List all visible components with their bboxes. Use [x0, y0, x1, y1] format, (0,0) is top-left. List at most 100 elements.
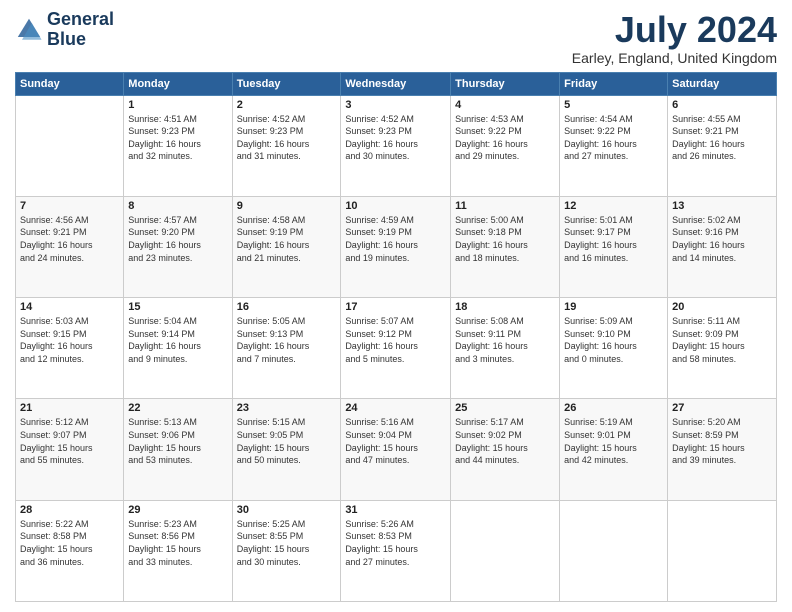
day-number: 31	[345, 504, 446, 516]
day-cell: 5 Sunrise: 4:54 AM Sunset: 9:22 PM Daylig…	[560, 95, 668, 196]
day-cell: 30 Sunrise: 5:25 AM Sunset: 8:55 PM Dayli…	[232, 500, 341, 601]
day-number: 6	[672, 99, 772, 111]
day-number: 13	[672, 200, 772, 212]
day-cell: 1 Sunrise: 4:51 AM Sunset: 9:23 PM Daylig…	[124, 95, 232, 196]
day-number: 19	[564, 301, 663, 313]
day-number: 10	[345, 200, 446, 212]
day-number: 30	[237, 504, 337, 516]
day-info: Sunrise: 5:09 AM Sunset: 9:10 PM Dayligh…	[564, 315, 663, 365]
day-cell: 29Sunrise: 5:23 AM Sunset: 8:56 PM Dayli…	[124, 500, 232, 601]
day-info: Sunrise: 4:51 AM Sunset: 9:23 PM Dayligh…	[128, 113, 227, 163]
day-info: Sunrise: 5:11 AM Sunset: 9:09 PM Dayligh…	[672, 315, 772, 365]
day-info: Sunrise: 5:22 AM Sunset: 8:58 PM Dayligh…	[20, 518, 119, 568]
day-info: Sunrise: 4:52 AM Sunset: 9:23 PM Dayligh…	[237, 113, 337, 163]
day-cell: 8Sunrise: 4:57 AM Sunset: 9:20 PM Daylig…	[124, 196, 232, 297]
day-cell: 21 Sunrise: 5:12 AM Sunset: 9:07 PM Dayli…	[16, 399, 124, 500]
day-number: 29	[128, 504, 227, 516]
weekday-header-saturday: Saturday	[668, 72, 777, 95]
day-number: 12	[564, 200, 663, 212]
day-info: Sunrise: 4:54 AM Sunset: 9:22 PM Dayligh…	[564, 113, 663, 163]
day-cell: 24 Sunrise: 5:16 AM Sunset: 9:04 PM Dayli…	[341, 399, 451, 500]
location: Earley, England, United Kingdom	[572, 50, 777, 66]
day-info: Sunrise: 5:25 AM Sunset: 8:55 PM Dayligh…	[237, 518, 337, 568]
page: General Blue July 2024 Earley, England, …	[0, 0, 792, 612]
logo-icon	[15, 16, 43, 44]
weekday-header-monday: Monday	[124, 72, 232, 95]
day-number: 28	[20, 504, 119, 516]
day-cell: 13 Sunrise: 5:02 AM Sunset: 9:16 PM Dayli…	[668, 196, 777, 297]
day-number: 9	[237, 200, 337, 212]
weekday-header-sunday: Sunday	[16, 72, 124, 95]
day-number: 24	[345, 402, 446, 414]
day-info: Sunrise: 5:17 AM Sunset: 9:02 PM Dayligh…	[455, 416, 555, 466]
day-info: Sunrise: 4:56 AM Sunset: 9:21 PM Dayligh…	[20, 214, 119, 264]
day-cell: 10Sunrise: 4:59 AM Sunset: 9:19 PM Dayli…	[341, 196, 451, 297]
day-info: Sunrise: 4:52 AM Sunset: 9:23 PM Dayligh…	[345, 113, 446, 163]
day-info: Sunrise: 5:19 AM Sunset: 9:01 PM Dayligh…	[564, 416, 663, 466]
day-number: 27	[672, 402, 772, 414]
day-info: Sunrise: 5:01 AM Sunset: 9:17 PM Dayligh…	[564, 214, 663, 264]
day-cell: 9 Sunrise: 4:58 AM Sunset: 9:19 PM Daylig…	[232, 196, 341, 297]
day-number: 1	[128, 99, 227, 111]
day-cell: 6 Sunrise: 4:55 AM Sunset: 9:21 PM Daylig…	[668, 95, 777, 196]
day-cell: 4 Sunrise: 4:53 AM Sunset: 9:22 PM Daylig…	[451, 95, 560, 196]
day-info: Sunrise: 4:57 AM Sunset: 9:20 PM Dayligh…	[128, 214, 227, 264]
day-cell	[451, 500, 560, 601]
week-row-4: 21 Sunrise: 5:12 AM Sunset: 9:07 PM Dayli…	[16, 399, 777, 500]
day-cell: 14 Sunrise: 5:03 AM Sunset: 9:15 PM Dayli…	[16, 298, 124, 399]
day-cell: 27Sunrise: 5:20 AM Sunset: 8:59 PM Dayli…	[668, 399, 777, 500]
day-number: 5	[564, 99, 663, 111]
weekday-header-wednesday: Wednesday	[341, 72, 451, 95]
day-info: Sunrise: 4:55 AM Sunset: 9:21 PM Dayligh…	[672, 113, 772, 163]
day-cell: 23 Sunrise: 5:15 AM Sunset: 9:05 PM Dayli…	[232, 399, 341, 500]
day-number: 26	[564, 402, 663, 414]
day-info: Sunrise: 5:04 AM Sunset: 9:14 PM Dayligh…	[128, 315, 227, 365]
day-number: 11	[455, 200, 555, 212]
day-number: 15	[128, 301, 227, 313]
day-number: 4	[455, 99, 555, 111]
logo: General Blue	[15, 10, 114, 50]
day-cell	[16, 95, 124, 196]
day-info: Sunrise: 5:26 AM Sunset: 8:53 PM Dayligh…	[345, 518, 446, 568]
day-info: Sunrise: 5:07 AM Sunset: 9:12 PM Dayligh…	[345, 315, 446, 365]
day-number: 7	[20, 200, 119, 212]
day-cell: 25Sunrise: 5:17 AM Sunset: 9:02 PM Dayli…	[451, 399, 560, 500]
day-cell: 12 Sunrise: 5:01 AM Sunset: 9:17 PM Dayli…	[560, 196, 668, 297]
day-cell: 2 Sunrise: 4:52 AM Sunset: 9:23 PM Daylig…	[232, 95, 341, 196]
day-cell: 18 Sunrise: 5:08 AM Sunset: 9:11 PM Dayli…	[451, 298, 560, 399]
day-cell: 17Sunrise: 5:07 AM Sunset: 9:12 PM Dayli…	[341, 298, 451, 399]
day-cell: 19 Sunrise: 5:09 AM Sunset: 9:10 PM Dayli…	[560, 298, 668, 399]
calendar-table: SundayMondayTuesdayWednesdayThursdayFrid…	[15, 72, 777, 602]
day-cell: 3 Sunrise: 4:52 AM Sunset: 9:23 PM Daylig…	[341, 95, 451, 196]
day-cell: 16 Sunrise: 5:05 AM Sunset: 9:13 PM Dayli…	[232, 298, 341, 399]
day-info: Sunrise: 5:00 AM Sunset: 9:18 PM Dayligh…	[455, 214, 555, 264]
day-info: Sunrise: 5:15 AM Sunset: 9:05 PM Dayligh…	[237, 416, 337, 466]
day-info: Sunrise: 5:05 AM Sunset: 9:13 PM Dayligh…	[237, 315, 337, 365]
day-info: Sunrise: 5:08 AM Sunset: 9:11 PM Dayligh…	[455, 315, 555, 365]
day-number: 18	[455, 301, 555, 313]
day-info: Sunrise: 5:16 AM Sunset: 9:04 PM Dayligh…	[345, 416, 446, 466]
weekday-header-tuesday: Tuesday	[232, 72, 341, 95]
day-info: Sunrise: 4:53 AM Sunset: 9:22 PM Dayligh…	[455, 113, 555, 163]
day-number: 20	[672, 301, 772, 313]
title-block: July 2024 Earley, England, United Kingdo…	[572, 10, 777, 66]
day-number: 23	[237, 402, 337, 414]
day-info: Sunrise: 4:58 AM Sunset: 9:19 PM Dayligh…	[237, 214, 337, 264]
day-number: 21	[20, 402, 119, 414]
weekday-header-thursday: Thursday	[451, 72, 560, 95]
weekday-header-friday: Friday	[560, 72, 668, 95]
day-info: Sunrise: 5:02 AM Sunset: 9:16 PM Dayligh…	[672, 214, 772, 264]
day-info: Sunrise: 5:03 AM Sunset: 9:15 PM Dayligh…	[20, 315, 119, 365]
day-info: Sunrise: 5:13 AM Sunset: 9:06 PM Dayligh…	[128, 416, 227, 466]
day-number: 3	[345, 99, 446, 111]
day-cell: 31 Sunrise: 5:26 AM Sunset: 8:53 PM Dayli…	[341, 500, 451, 601]
week-row-1: 1 Sunrise: 4:51 AM Sunset: 9:23 PM Daylig…	[16, 95, 777, 196]
day-cell: 20 Sunrise: 5:11 AM Sunset: 9:09 PM Dayli…	[668, 298, 777, 399]
day-cell: 26 Sunrise: 5:19 AM Sunset: 9:01 PM Dayli…	[560, 399, 668, 500]
day-number: 16	[237, 301, 337, 313]
month-title: July 2024	[572, 10, 777, 50]
day-number: 2	[237, 99, 337, 111]
day-number: 14	[20, 301, 119, 313]
weekday-header-row: SundayMondayTuesdayWednesdayThursdayFrid…	[16, 72, 777, 95]
day-info: Sunrise: 5:12 AM Sunset: 9:07 PM Dayligh…	[20, 416, 119, 466]
